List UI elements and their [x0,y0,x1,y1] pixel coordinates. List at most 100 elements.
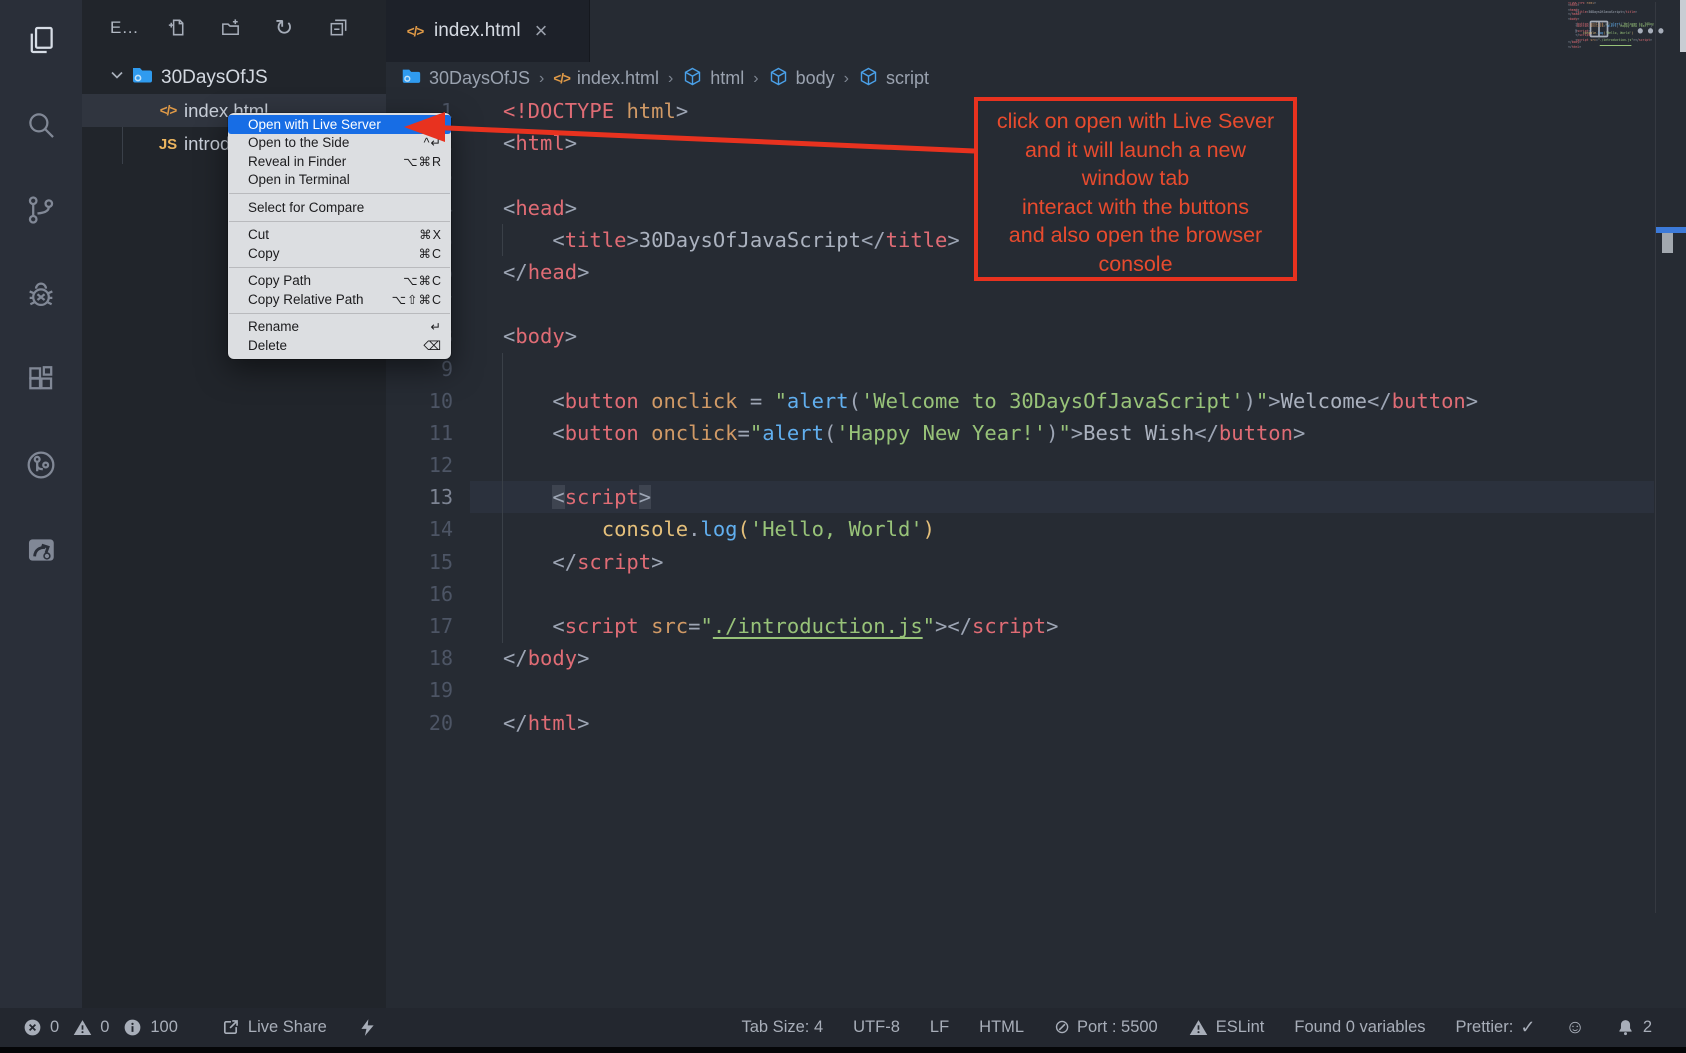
code-line-14[interactable]: 14 console.log('Hello, World') [386,513,1686,545]
breadcrumb-script[interactable]: script [858,66,929,92]
indent-guide [502,353,503,643]
menu-item-select-for-compare[interactable]: Select for Compare [228,198,451,217]
status-encoding[interactable]: UTF-8 [853,1018,900,1037]
activity-item-gitlens[interactable] [0,425,82,510]
code-line-13[interactable]: 13 <script> [386,481,1686,513]
breadcrumb-index-html[interactable]: </>index.html [553,68,659,89]
status-feedback[interactable]: ☺ [1565,1018,1584,1037]
breadcrumb: 30DaysOfJS›</>index.html›html›body›scrip… [400,62,929,95]
scrollbar-thumb[interactable] [1662,233,1673,253]
line-number: 16 [386,578,453,610]
new-file-icon[interactable] [164,16,188,40]
status-notifications[interactable]: 2 [1615,1017,1652,1038]
breadcrumb-html[interactable]: html [682,66,744,92]
code-line-9[interactable]: 9 [386,353,1686,385]
symbol-cube-icon [858,66,879,92]
activity-item-run-debug[interactable] [0,255,82,340]
shortcut: ⌥⌘R [403,154,442,169]
line-number: 15 [386,546,453,578]
annotation-line: click on open with Live Sever [978,107,1293,136]
minimap[interactable]: 1<!DOCTYPE html>2<html>34<head>5 <title>… [1568,2,1654,48]
window-edge-strip [1680,0,1686,52]
code-line-20[interactable]: 20</html> [386,707,1686,739]
collapse-all-icon[interactable] [326,16,350,40]
menu-item-delete[interactable]: Delete⌫ [228,336,451,355]
html-file-icon: </> [155,103,181,118]
menu-item-cut[interactable]: Cut⌘X [228,226,451,245]
shortcut: ⌘C [418,246,442,261]
code-line-15[interactable]: 15 </script> [386,546,1686,578]
status-prettier[interactable]: Prettier:✓ [1456,1017,1536,1038]
activity-item-source-control[interactable] [0,170,82,255]
code-line-7[interactable]: 7 [386,288,1686,320]
symbol-cube-icon [682,66,703,92]
shortcut: ^↵ [424,135,442,150]
tab-index-html[interactable]: </> index.html × [386,0,590,62]
code-line-10[interactable]: 10 <button onclick = "alert('Welcome to … [386,385,1686,417]
bell-icon [1615,1017,1636,1038]
annotation-line: and it will launch a new [978,136,1293,165]
menu-separator [229,193,450,194]
refresh-icon[interactable]: ↻ [272,16,296,40]
extensions-icon [24,363,58,402]
menu-item-copy[interactable]: Copy⌘C [228,244,451,263]
status-live-share[interactable]: Live Share [220,1017,327,1038]
status-variables[interactable]: Found 0 variables [1294,1018,1425,1037]
vscode-window: ⚙ E… ↻ 30DaysOfJS </> index.html JS intr… [0,0,1686,1053]
menu-item-open-with-live-server[interactable]: Open with Live Server [228,115,451,134]
menu-item-reveal-in-finder[interactable]: Reveal in Finder⌥⌘R [228,152,451,171]
code-line-18[interactable]: 18</body> [386,642,1686,674]
symbol-cube-icon [768,66,789,92]
activity-item-explorer[interactable] [0,0,82,85]
breadcrumb-separator: › [753,70,758,88]
code-line-20[interactable]: 20</html> [1568,46,1654,48]
status-flash[interactable] [357,1017,378,1038]
window-bottom-strip [0,1047,1686,1053]
status-eol[interactable]: LF [930,1018,949,1037]
status-problems[interactable]: 00100 [22,1017,184,1038]
menu-item-open-to-the-side[interactable]: Open to the Side^↵ [228,134,451,153]
lightning-icon [357,1017,378,1038]
tab-label: index.html [434,20,521,42]
debug-icon [24,278,58,317]
annotation-line: window tab [978,164,1293,193]
menu-item-copy-relative-path[interactable]: Copy Relative Path⌥⇧⌘C [228,290,451,309]
status-port[interactable]: ⊘Port : 5500 [1054,1018,1158,1037]
activity-item-search[interactable] [0,85,82,170]
code-line-11[interactable]: 11 <button onclick="alert('Happy New Yea… [386,417,1686,449]
close-icon[interactable]: × [535,20,548,42]
menu-item-rename[interactable]: Rename↵ [228,318,451,337]
code-line-19[interactable]: 19 [386,674,1686,706]
activity-item-extensions[interactable] [0,340,82,425]
status-language-mode[interactable]: HTML [979,1018,1024,1037]
line-number: 12 [386,449,453,481]
line-number: 20 [386,707,453,739]
activity-item-live-share[interactable] [0,510,82,595]
explorer-actions: ↻ [164,0,350,55]
line-number: 11 [386,417,453,449]
code-line-16[interactable]: 16 [386,578,1686,610]
breadcrumb-30daysofjs[interactable]: 30DaysOfJS [400,65,530,92]
gitlens-icon [24,448,58,487]
activity-bar [0,0,82,1008]
breadcrumb-separator: › [668,70,673,88]
breadcrumb-body[interactable]: body [768,66,835,92]
folder-label: 30DaysOfJS [161,67,268,89]
menu-item-open-in-terminal[interactable]: Open in Terminal [228,171,451,190]
line-number: 13 [386,481,453,513]
code-line-17[interactable]: 17 <script src="./introduction.js"></scr… [386,610,1686,642]
status-eslint[interactable]: ESLint [1188,1017,1265,1038]
html-file-icon: </> [553,71,570,86]
shortcut: ⌥⇧⌘C [392,292,442,307]
warning-icon [72,1017,93,1038]
new-folder-icon[interactable] [218,16,242,40]
line-number: 17 [386,610,453,642]
annotation-line: and also open the browser [978,221,1293,250]
menu-item-copy-path[interactable]: Copy Path⌥⌘C [228,272,451,291]
shortcut: ↵ [431,319,442,334]
annotation-box: click on open with Live Severand it will… [974,97,1297,281]
code-line-12[interactable]: 12 [386,449,1686,481]
tree-folder-30daysofjs[interactable]: 30DaysOfJS [82,62,386,94]
status-tab-size[interactable]: Tab Size: 4 [742,1018,824,1037]
code-line-8[interactable]: 8<body> [386,320,1686,352]
